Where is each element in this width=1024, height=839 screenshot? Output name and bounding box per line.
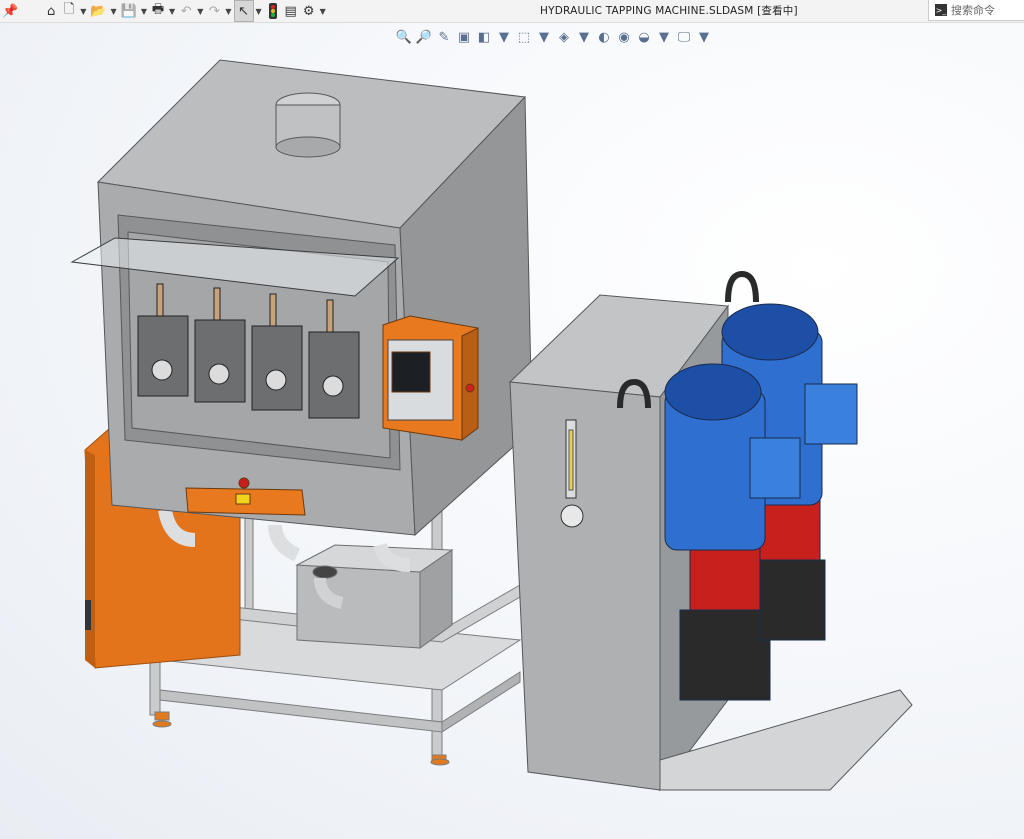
- search-input[interactable]: 搜索命令: [951, 2, 995, 18]
- print-icon[interactable]: 🖶: [149, 1, 167, 21]
- rebuild-traffic-light-icon[interactable]: [264, 1, 282, 21]
- save-dropdown-chevron-icon[interactable]: ▼: [141, 7, 147, 16]
- command-prompt-icon: >_: [935, 4, 947, 16]
- options-dropdown-chevron-icon[interactable]: ▼: [320, 7, 326, 16]
- undo-dropdown-chevron-icon[interactable]: ▼: [197, 7, 203, 16]
- open-icon[interactable]: 📂: [88, 1, 108, 21]
- control-panel-hmi: [382, 315, 479, 441]
- title-bar: 📌 ⌂ 🗋 ▼ 📂 ▼ 💾 ▼ 🖶 ▼ ↶ ▼ ↷ ▼ ↖ ▼ ▤ ⚙ ▼ HY…: [0, 0, 1024, 23]
- quick-access-toolbar: 📌 ⌂ 🗋 ▼ 📂 ▼ 💾 ▼ 🖶 ▼ ↶ ▼ ↷ ▼ ↖ ▼ ▤ ⚙ ▼: [0, 0, 328, 22]
- print-dropdown-chevron-icon[interactable]: ▼: [169, 7, 175, 16]
- file-properties-icon[interactable]: ▤: [282, 1, 300, 21]
- assembly-model[interactable]: [0, 23, 1024, 839]
- new-dropdown-chevron-icon[interactable]: ▼: [80, 7, 86, 16]
- open-dropdown-chevron-icon[interactable]: ▼: [111, 7, 117, 16]
- command-search-box[interactable]: >_ 搜索命令: [928, 0, 1024, 21]
- pin-icon[interactable]: 📌: [0, 1, 20, 21]
- redo-dropdown-chevron-icon[interactable]: ▼: [225, 7, 231, 16]
- save-icon[interactable]: 💾: [119, 1, 139, 21]
- home-icon[interactable]: ⌂: [42, 1, 60, 21]
- redo-icon[interactable]: ↷: [205, 1, 223, 21]
- select-dropdown-chevron-icon[interactable]: ▼: [256, 7, 262, 16]
- select-pointer-icon[interactable]: ↖: [233, 0, 254, 22]
- window-title: HYDRAULIC TAPPING MACHINE.SLDASM [查看中]: [540, 5, 798, 17]
- options-gear-icon[interactable]: ⚙: [300, 1, 318, 21]
- undo-icon[interactable]: ↶: [177, 1, 195, 21]
- new-document-icon[interactable]: 🗋: [60, 1, 78, 21]
